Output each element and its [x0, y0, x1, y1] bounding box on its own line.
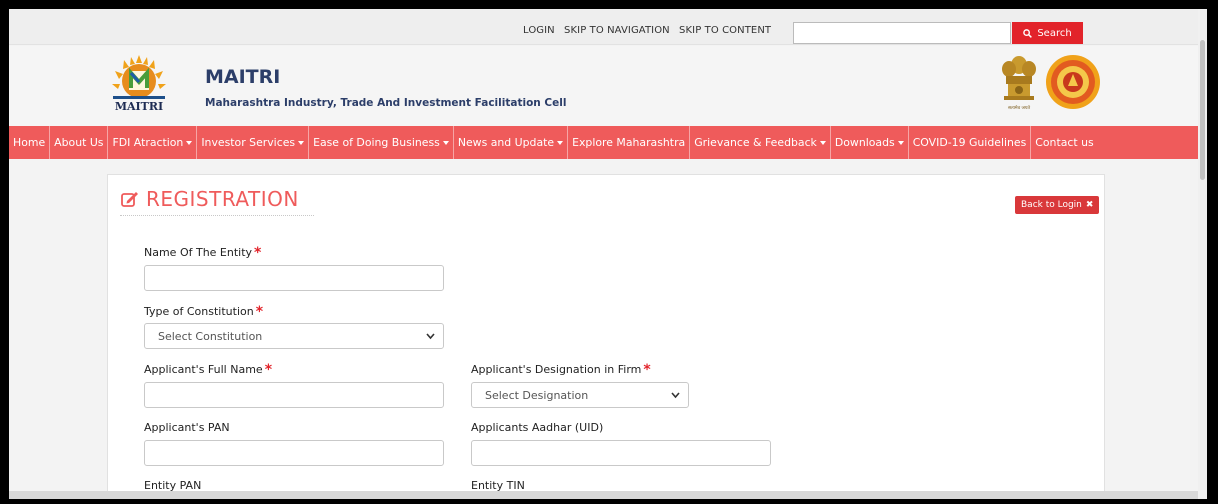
- logo-wordmark: MAITRI: [115, 100, 163, 113]
- designation-select-value: Select Designation: [485, 388, 589, 402]
- search-icon: [1023, 28, 1033, 38]
- brand-title: MAITRI: [205, 66, 281, 88]
- constitution-select-value: Select Constitution: [158, 329, 263, 343]
- national-emblem: सत्यमेव जयते: [1002, 56, 1036, 111]
- top-links: LOGIN SKIP TO NAVIGATION SKIP TO CONTENT: [523, 25, 777, 36]
- required-marker: *: [264, 362, 273, 378]
- page-title: REGISTRATION: [121, 187, 299, 211]
- maharashtra-seal: [1046, 55, 1100, 109]
- skip-to-navigation-link[interactable]: SKIP TO NAVIGATION: [564, 25, 670, 36]
- main-navbar: Home About Us FDI Atraction Investor Ser…: [9, 126, 1207, 159]
- required-marker: *: [643, 362, 651, 378]
- search-button-label: Search: [1037, 27, 1072, 39]
- search-input[interactable]: [793, 22, 1011, 44]
- nav-fdi-attraction[interactable]: FDI Atraction: [108, 126, 198, 159]
- nav-news-and-update[interactable]: News and Update: [454, 126, 569, 159]
- nav-grievance-feedback[interactable]: Grievance & Feedback: [690, 126, 831, 159]
- aadhar-field[interactable]: [471, 440, 771, 466]
- caret-down-icon: [298, 141, 305, 145]
- constitution-label: Type of Constitution *: [144, 304, 264, 320]
- nav-downloads[interactable]: Downloads: [831, 126, 909, 159]
- chevron-down-icon: [671, 392, 680, 399]
- maitri-logo[interactable]: MAITRI: [107, 51, 171, 115]
- nav-explore-maharashtra[interactable]: Explore Maharashtra: [568, 126, 691, 159]
- nav-investor-services[interactable]: Investor Services: [197, 126, 310, 159]
- designation-select[interactable]: Select Designation: [471, 382, 689, 408]
- login-link[interactable]: LOGIN: [523, 25, 555, 36]
- emblem-caption: सत्यमेव जयते: [1008, 104, 1031, 111]
- required-marker: *: [255, 304, 264, 320]
- title-divider: [120, 215, 314, 216]
- skip-to-content-link[interactable]: SKIP TO CONTENT: [679, 25, 771, 36]
- registration-panel: REGISTRATION Back to Login ✖ Name Of The…: [107, 174, 1105, 499]
- brand-subtitle: Maharashtra Industry, Trade And Investme…: [205, 97, 567, 109]
- constitution-select[interactable]: Select Constitution: [144, 323, 444, 349]
- close-icon: ✖: [1085, 200, 1094, 210]
- applicant-name-field[interactable]: [144, 382, 444, 408]
- vertical-scrollbar-thumb[interactable]: [1200, 40, 1205, 180]
- caret-down-icon: [819, 141, 826, 145]
- required-marker: *: [254, 245, 262, 261]
- back-to-login-button[interactable]: Back to Login ✖: [1015, 196, 1100, 214]
- caret-down-icon: [442, 141, 449, 145]
- entity-name-field[interactable]: [144, 265, 444, 291]
- search-button[interactable]: Search: [1012, 22, 1083, 44]
- nav-contact-us[interactable]: Contact us: [1031, 126, 1097, 159]
- applicant-pan-field[interactable]: [144, 440, 444, 466]
- nav-home[interactable]: Home: [9, 126, 51, 159]
- caret-down-icon: [897, 141, 904, 145]
- browser-viewport: LOGIN SKIP TO NAVIGATION SKIP TO CONTENT…: [9, 9, 1207, 499]
- horizontal-scrollbar[interactable]: [9, 491, 1207, 499]
- applicant-pan-label: Applicant's PAN: [144, 421, 230, 434]
- entity-name-label: Name Of The Entity *: [144, 245, 262, 261]
- designation-label: Applicant's Designation in Firm *: [471, 362, 651, 378]
- caret-down-icon: [557, 141, 564, 145]
- page-title-text: REGISTRATION: [146, 187, 299, 211]
- site-header: MAITRI MAITRI Maharashtra Industry, Trad…: [9, 46, 1207, 126]
- nav-covid-guidelines[interactable]: COVID-19 Guidelines: [909, 126, 1032, 159]
- back-to-login-label: Back to Login: [1021, 200, 1082, 210]
- edit-icon: [121, 192, 138, 207]
- applicant-name-label: Applicant's Full Name *: [144, 362, 273, 378]
- chevron-down-icon: [426, 333, 435, 340]
- utility-bar: LOGIN SKIP TO NAVIGATION SKIP TO CONTENT…: [9, 9, 1207, 45]
- nav-ease-of-doing-business[interactable]: Ease of Doing Business: [309, 126, 454, 159]
- aadhar-label: Applicants Aadhar (UID): [471, 421, 604, 434]
- nav-about-us[interactable]: About Us: [50, 126, 109, 159]
- caret-down-icon: [186, 141, 193, 145]
